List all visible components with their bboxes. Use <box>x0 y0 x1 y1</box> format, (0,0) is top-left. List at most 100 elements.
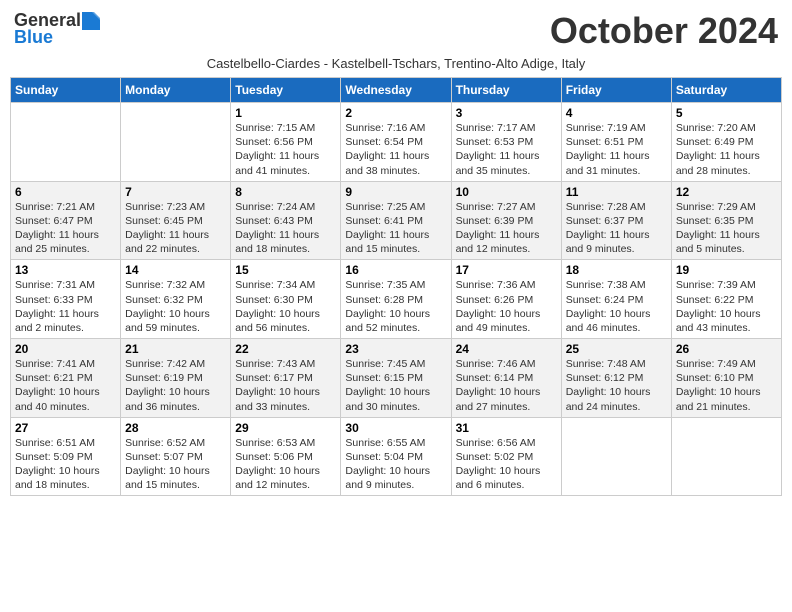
calendar-cell <box>11 103 121 182</box>
day-number: 30 <box>345 421 446 435</box>
day-number: 3 <box>456 106 557 120</box>
day-info: Sunrise: 7:34 AMSunset: 6:30 PMDaylight:… <box>235 278 336 335</box>
weekday-header: Wednesday <box>341 78 451 103</box>
day-number: 9 <box>345 185 446 199</box>
day-info: Sunrise: 7:17 AMSunset: 6:53 PMDaylight:… <box>456 121 557 178</box>
month-title: October 2024 <box>550 10 778 52</box>
calendar-body: 1Sunrise: 7:15 AMSunset: 6:56 PMDaylight… <box>11 103 782 496</box>
weekday-header: Thursday <box>451 78 561 103</box>
day-number: 21 <box>125 342 226 356</box>
day-info: Sunrise: 7:23 AMSunset: 6:45 PMDaylight:… <box>125 200 226 257</box>
calendar-cell: 22Sunrise: 7:43 AMSunset: 6:17 PMDayligh… <box>231 339 341 418</box>
calendar-cell: 20Sunrise: 7:41 AMSunset: 6:21 PMDayligh… <box>11 339 121 418</box>
calendar-week-row: 20Sunrise: 7:41 AMSunset: 6:21 PMDayligh… <box>11 339 782 418</box>
day-info: Sunrise: 7:15 AMSunset: 6:56 PMDaylight:… <box>235 121 336 178</box>
day-number: 17 <box>456 263 557 277</box>
calendar-week-row: 6Sunrise: 7:21 AMSunset: 6:47 PMDaylight… <box>11 181 782 260</box>
day-info: Sunrise: 7:16 AMSunset: 6:54 PMDaylight:… <box>345 121 446 178</box>
day-number: 14 <box>125 263 226 277</box>
weekday-header: Tuesday <box>231 78 341 103</box>
calendar-cell: 18Sunrise: 7:38 AMSunset: 6:24 PMDayligh… <box>561 260 671 339</box>
calendar-subtitle: Castelbello-Ciardes - Kastelbell-Tschars… <box>10 56 782 71</box>
day-info: Sunrise: 6:51 AMSunset: 5:09 PMDaylight:… <box>15 436 116 493</box>
day-number: 5 <box>676 106 777 120</box>
calendar-cell: 12Sunrise: 7:29 AMSunset: 6:35 PMDayligh… <box>671 181 781 260</box>
day-number: 7 <box>125 185 226 199</box>
day-info: Sunrise: 7:19 AMSunset: 6:51 PMDaylight:… <box>566 121 667 178</box>
day-number: 22 <box>235 342 336 356</box>
calendar-cell: 28Sunrise: 6:52 AMSunset: 5:07 PMDayligh… <box>121 417 231 496</box>
calendar-cell: 11Sunrise: 7:28 AMSunset: 6:37 PMDayligh… <box>561 181 671 260</box>
calendar-cell: 26Sunrise: 7:49 AMSunset: 6:10 PMDayligh… <box>671 339 781 418</box>
day-info: Sunrise: 7:25 AMSunset: 6:41 PMDaylight:… <box>345 200 446 257</box>
day-info: Sunrise: 7:39 AMSunset: 6:22 PMDaylight:… <box>676 278 777 335</box>
day-info: Sunrise: 7:20 AMSunset: 6:49 PMDaylight:… <box>676 121 777 178</box>
calendar-cell: 24Sunrise: 7:46 AMSunset: 6:14 PMDayligh… <box>451 339 561 418</box>
day-info: Sunrise: 6:55 AMSunset: 5:04 PMDaylight:… <box>345 436 446 493</box>
calendar-week-row: 13Sunrise: 7:31 AMSunset: 6:33 PMDayligh… <box>11 260 782 339</box>
day-number: 4 <box>566 106 667 120</box>
weekday-row: SundayMondayTuesdayWednesdayThursdayFrid… <box>11 78 782 103</box>
day-number: 16 <box>345 263 446 277</box>
day-number: 8 <box>235 185 336 199</box>
calendar-cell: 21Sunrise: 7:42 AMSunset: 6:19 PMDayligh… <box>121 339 231 418</box>
day-number: 29 <box>235 421 336 435</box>
day-info: Sunrise: 7:32 AMSunset: 6:32 PMDaylight:… <box>125 278 226 335</box>
day-info: Sunrise: 6:52 AMSunset: 5:07 PMDaylight:… <box>125 436 226 493</box>
calendar-cell: 17Sunrise: 7:36 AMSunset: 6:26 PMDayligh… <box>451 260 561 339</box>
logo: General Blue <box>14 10 100 48</box>
day-number: 2 <box>345 106 446 120</box>
calendar-cell: 13Sunrise: 7:31 AMSunset: 6:33 PMDayligh… <box>11 260 121 339</box>
calendar-cell: 6Sunrise: 7:21 AMSunset: 6:47 PMDaylight… <box>11 181 121 260</box>
day-number: 26 <box>676 342 777 356</box>
calendar-cell: 1Sunrise: 7:15 AMSunset: 6:56 PMDaylight… <box>231 103 341 182</box>
calendar-week-row: 1Sunrise: 7:15 AMSunset: 6:56 PMDaylight… <box>11 103 782 182</box>
calendar-cell: 2Sunrise: 7:16 AMSunset: 6:54 PMDaylight… <box>341 103 451 182</box>
calendar-cell: 23Sunrise: 7:45 AMSunset: 6:15 PMDayligh… <box>341 339 451 418</box>
calendar-cell <box>121 103 231 182</box>
day-number: 15 <box>235 263 336 277</box>
day-info: Sunrise: 7:31 AMSunset: 6:33 PMDaylight:… <box>15 278 116 335</box>
day-number: 1 <box>235 106 336 120</box>
calendar-cell <box>671 417 781 496</box>
calendar-cell: 8Sunrise: 7:24 AMSunset: 6:43 PMDaylight… <box>231 181 341 260</box>
day-number: 24 <box>456 342 557 356</box>
day-info: Sunrise: 7:42 AMSunset: 6:19 PMDaylight:… <box>125 357 226 414</box>
day-info: Sunrise: 7:41 AMSunset: 6:21 PMDaylight:… <box>15 357 116 414</box>
calendar-cell: 7Sunrise: 7:23 AMSunset: 6:45 PMDaylight… <box>121 181 231 260</box>
day-info: Sunrise: 7:48 AMSunset: 6:12 PMDaylight:… <box>566 357 667 414</box>
day-number: 12 <box>676 185 777 199</box>
calendar-cell: 3Sunrise: 7:17 AMSunset: 6:53 PMDaylight… <box>451 103 561 182</box>
logo-blue-text: Blue <box>14 27 53 48</box>
weekday-header: Sunday <box>11 78 121 103</box>
day-info: Sunrise: 7:38 AMSunset: 6:24 PMDaylight:… <box>566 278 667 335</box>
day-number: 10 <box>456 185 557 199</box>
calendar-cell: 19Sunrise: 7:39 AMSunset: 6:22 PMDayligh… <box>671 260 781 339</box>
calendar-cell: 4Sunrise: 7:19 AMSunset: 6:51 PMDaylight… <box>561 103 671 182</box>
day-info: Sunrise: 7:24 AMSunset: 6:43 PMDaylight:… <box>235 200 336 257</box>
calendar-table: SundayMondayTuesdayWednesdayThursdayFrid… <box>10 77 782 496</box>
calendar-cell: 9Sunrise: 7:25 AMSunset: 6:41 PMDaylight… <box>341 181 451 260</box>
weekday-header: Saturday <box>671 78 781 103</box>
calendar-cell <box>561 417 671 496</box>
day-info: Sunrise: 7:46 AMSunset: 6:14 PMDaylight:… <box>456 357 557 414</box>
calendar-cell: 30Sunrise: 6:55 AMSunset: 5:04 PMDayligh… <box>341 417 451 496</box>
calendar-cell: 16Sunrise: 7:35 AMSunset: 6:28 PMDayligh… <box>341 260 451 339</box>
day-info: Sunrise: 7:29 AMSunset: 6:35 PMDaylight:… <box>676 200 777 257</box>
calendar-cell: 27Sunrise: 6:51 AMSunset: 5:09 PMDayligh… <box>11 417 121 496</box>
calendar-cell: 31Sunrise: 6:56 AMSunset: 5:02 PMDayligh… <box>451 417 561 496</box>
day-number: 11 <box>566 185 667 199</box>
day-number: 20 <box>15 342 116 356</box>
calendar-cell: 10Sunrise: 7:27 AMSunset: 6:39 PMDayligh… <box>451 181 561 260</box>
day-number: 27 <box>15 421 116 435</box>
calendar-cell: 25Sunrise: 7:48 AMSunset: 6:12 PMDayligh… <box>561 339 671 418</box>
day-number: 18 <box>566 263 667 277</box>
day-info: Sunrise: 7:43 AMSunset: 6:17 PMDaylight:… <box>235 357 336 414</box>
day-info: Sunrise: 7:28 AMSunset: 6:37 PMDaylight:… <box>566 200 667 257</box>
calendar-cell: 29Sunrise: 6:53 AMSunset: 5:06 PMDayligh… <box>231 417 341 496</box>
day-number: 13 <box>15 263 116 277</box>
day-number: 25 <box>566 342 667 356</box>
calendar-cell: 14Sunrise: 7:32 AMSunset: 6:32 PMDayligh… <box>121 260 231 339</box>
day-info: Sunrise: 6:53 AMSunset: 5:06 PMDaylight:… <box>235 436 336 493</box>
day-number: 19 <box>676 263 777 277</box>
